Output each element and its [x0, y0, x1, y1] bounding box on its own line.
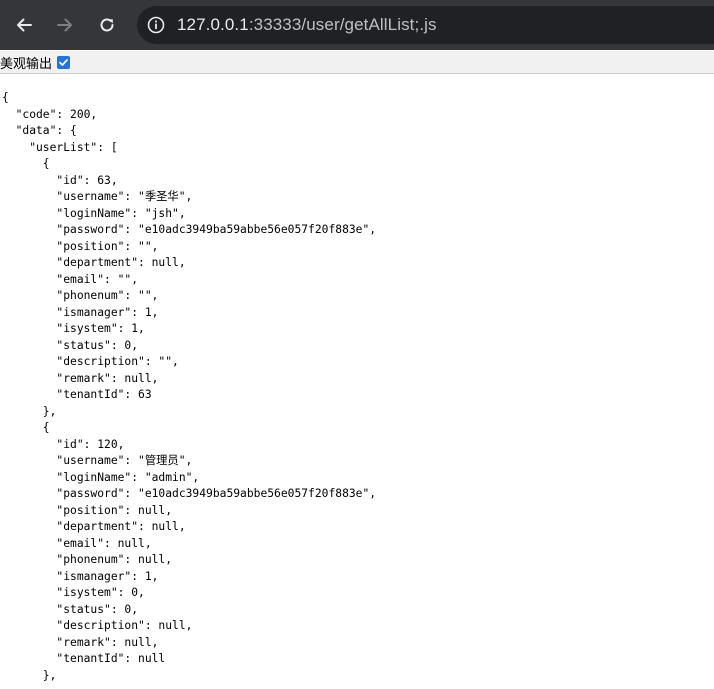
json-line: "username": "管理员", [2, 454, 193, 467]
reload-icon [100, 18, 114, 32]
site-info-button[interactable] [143, 12, 169, 38]
json-line: "description": "", [2, 355, 179, 368]
pretty-print-label: 美观输出 [0, 56, 53, 72]
url-host: 127.0.0.1 [177, 15, 249, 34]
json-line: "id": 120, [2, 437, 125, 451]
json-line: "ismanager": 1, [2, 569, 159, 583]
json-line: }, [2, 668, 57, 682]
url-text[interactable]: 127.0.0.1:33333/user/getAllList;.js [177, 15, 437, 35]
json-line: "remark": null, [2, 635, 159, 649]
json-line: "password": "e10adc3949ba59abbe56e057f20… [2, 487, 377, 500]
json-line: "loginName": "admin", [2, 470, 200, 484]
json-line: "position": null, [2, 503, 173, 517]
json-line: "userList": [ [2, 140, 118, 154]
json-line: "email": null, [2, 536, 152, 550]
browser-toolbar: 127.0.0.1:33333/user/getAllList;.js [0, 0, 714, 50]
json-line: { [2, 91, 9, 104]
json-line: "description": null, [2, 619, 193, 632]
json-line: "loginName": "jsh", [2, 206, 186, 220]
back-button[interactable] [11, 12, 37, 38]
json-line: "username": "季圣华", [2, 190, 193, 203]
json-line: "tenantId": null [2, 652, 166, 665]
site-info-icon [147, 16, 165, 34]
address-bar[interactable]: 127.0.0.1:33333/user/getAllList;.js [137, 6, 714, 44]
json-line: "status": 0, [2, 338, 139, 352]
json-line: }, [2, 404, 57, 418]
json-line: "status": 0, [2, 602, 139, 616]
reload-button[interactable] [94, 12, 120, 38]
json-line: "isystem": 1, [2, 322, 145, 335]
json-line: "tenantId": 63 [2, 388, 152, 401]
json-line: "phonenum": null, [2, 553, 173, 566]
json-line: "department": null, [2, 520, 186, 533]
url-path: :33333/user/getAllList;.js [248, 15, 437, 34]
json-line: "email": "", [2, 272, 139, 286]
json-line: { [2, 157, 50, 170]
json-line: "password": "e10adc3949ba59abbe56e057f20… [2, 223, 377, 236]
json-line: "ismanager": 1, [2, 305, 159, 319]
pretty-print-bar: 美观输出 [0, 51, 714, 74]
json-line: "phonenum": "", [2, 289, 159, 302]
forward-button[interactable] [52, 12, 78, 38]
json-line: "position": "", [2, 239, 159, 253]
json-line: "department": null, [2, 256, 186, 269]
json-response-body: { "code": 200, "data": { "userList": [ {… [2, 90, 376, 684]
json-line: "code": 200, [2, 107, 98, 121]
json-line: { [2, 421, 50, 434]
json-line: "id": 63, [2, 173, 118, 187]
forward-arrow-icon [57, 18, 72, 32]
json-line: "data": { [2, 124, 77, 137]
back-arrow-icon [17, 18, 32, 32]
json-line: "isystem": 0, [2, 586, 145, 599]
checkmark-icon [59, 58, 68, 66]
pretty-print-checkbox[interactable] [57, 55, 71, 69]
json-line: "remark": null, [2, 371, 159, 385]
